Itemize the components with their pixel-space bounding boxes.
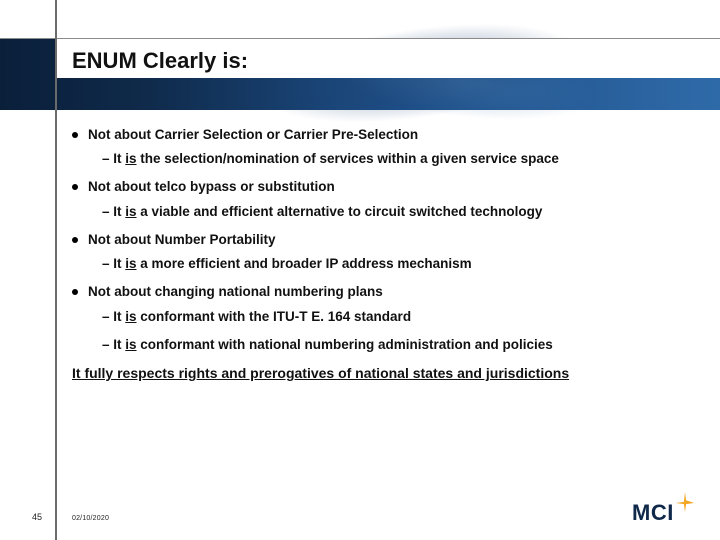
sub-is: is bbox=[125, 204, 136, 219]
star-icon bbox=[674, 492, 696, 514]
bullet-text: Not about changing national numbering pl… bbox=[88, 283, 383, 301]
footer-date: 02/10/2020 bbox=[72, 515, 109, 522]
horizontal-rule bbox=[0, 38, 720, 39]
bullet-dot-icon bbox=[72, 289, 78, 295]
mci-logo: MCI bbox=[626, 496, 696, 526]
slide-title: ENUM Clearly is: bbox=[72, 48, 248, 74]
bullet-text: Not about Number Portability bbox=[88, 231, 276, 249]
sub-rest: conformant with the ITU-T E. 164 standar… bbox=[137, 309, 412, 324]
logo-text: MCI bbox=[632, 500, 674, 526]
sub-prefix: – It bbox=[102, 309, 125, 324]
content: Not about Carrier Selection or Carrier P… bbox=[72, 126, 692, 383]
bullet-dot-icon bbox=[72, 184, 78, 190]
sub-prefix: – It bbox=[102, 256, 125, 271]
slide: ENUM Clearly is: Not about Carrier Selec… bbox=[0, 0, 720, 540]
bullet-dot-icon bbox=[72, 237, 78, 243]
sub-prefix: – It bbox=[102, 204, 125, 219]
sub-item: – It is conformant with the ITU-T E. 164… bbox=[102, 308, 692, 326]
page-number: 45 bbox=[32, 512, 42, 522]
sub-prefix: – It bbox=[102, 151, 125, 166]
bullet-item: Not about telco bypass or substitution bbox=[72, 178, 692, 196]
sub-prefix: – It bbox=[102, 337, 125, 352]
bullet-item: Not about changing national numbering pl… bbox=[72, 283, 692, 301]
sub-is: is bbox=[125, 256, 136, 271]
vertical-rule bbox=[55, 0, 57, 540]
sub-item: – It is conformant with national numberi… bbox=[102, 336, 692, 354]
sub-is: is bbox=[125, 151, 136, 166]
bullet-text: Not about telco bypass or substitution bbox=[88, 178, 335, 196]
sub-item: – It is a more efficient and broader IP … bbox=[102, 255, 692, 273]
sub-item: – It is a viable and efficient alternati… bbox=[102, 203, 692, 221]
sub-rest: conformant with national numbering admin… bbox=[137, 337, 553, 352]
bullet-item: Not about Number Portability bbox=[72, 231, 692, 249]
sub-is: is bbox=[125, 337, 136, 352]
summary-line: It fully respects rights and prerogative… bbox=[72, 364, 692, 383]
sub-rest: the selection/nomination of services wit… bbox=[137, 151, 559, 166]
sub-is: is bbox=[125, 309, 136, 324]
bullet-dot-icon bbox=[72, 132, 78, 138]
sub-rest: a viable and efficient alternative to ci… bbox=[137, 204, 543, 219]
bullet-text: Not about Carrier Selection or Carrier P… bbox=[88, 126, 418, 144]
sub-item: – It is the selection/nomination of serv… bbox=[102, 150, 692, 168]
bullet-item: Not about Carrier Selection or Carrier P… bbox=[72, 126, 692, 144]
sub-rest: a more efficient and broader IP address … bbox=[137, 256, 472, 271]
